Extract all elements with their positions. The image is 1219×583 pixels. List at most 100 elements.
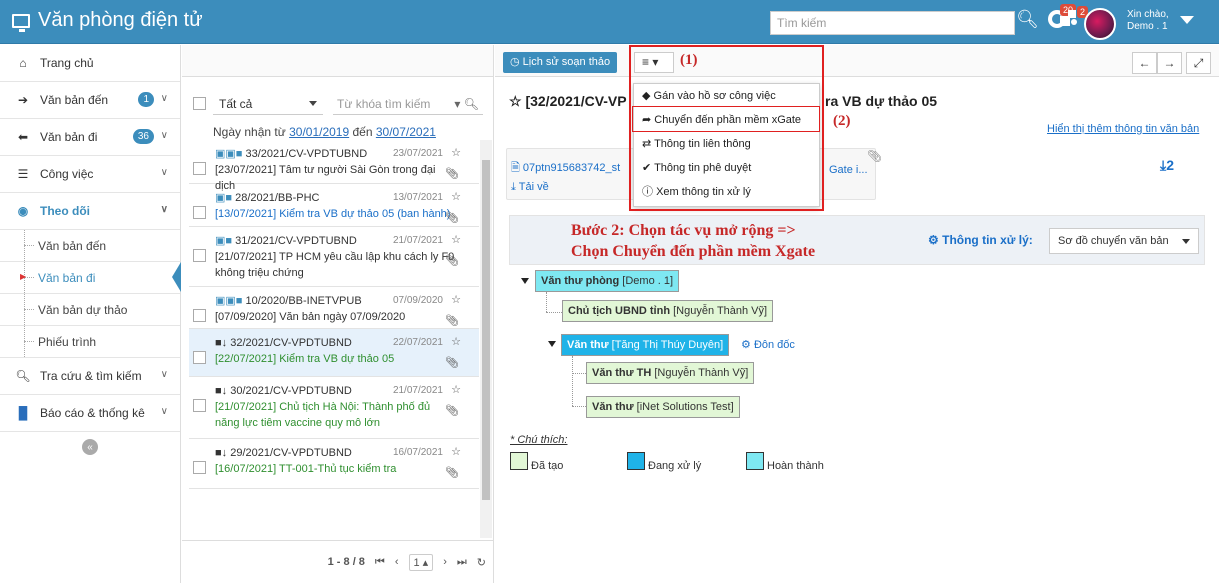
expand-icon[interactable]: ⤢ bbox=[1186, 52, 1211, 74]
collapse-sidebar-button[interactable]: « bbox=[0, 432, 180, 462]
star-icon[interactable]: ☆ bbox=[451, 382, 461, 398]
sidebar-item-reports[interactable]: ▐▌ Báo cáo & thống kê ∨ bbox=[0, 395, 180, 432]
greeting-text: Xin chào, bbox=[1127, 9, 1169, 20]
arrow-circle-left-icon: ⬅ bbox=[17, 130, 29, 144]
star-icon[interactable]: ☆ bbox=[451, 292, 461, 308]
list-item[interactable]: ■↓ 29/2021/CV-VPDTUBND 16/07/2021 ☆ 📎︎ [16… bbox=[189, 439, 479, 489]
sidebar-sub-proposal[interactable]: Phiếu trình bbox=[0, 326, 180, 358]
doc-title-right: ra VB dự thảo 05 bbox=[825, 93, 938, 109]
list-item[interactable]: ▣■ 28/2021/BB-PHC 13/07/2021 ☆ 📎︎ [13/07/2… bbox=[189, 184, 479, 227]
date-to-link[interactable]: 30/07/2021 bbox=[376, 125, 436, 139]
more-info-link[interactable]: Hiển thị thêm thông tin văn bản bbox=[1047, 123, 1199, 135]
annotation-step-2: (2) bbox=[833, 113, 851, 129]
star-icon[interactable]: ☆ bbox=[451, 145, 461, 161]
sidebar-item-label: Tra cứu & tìm kiếm bbox=[40, 369, 142, 383]
list-item[interactable]: ▣■ 31/2021/CV-VPDTUBND 21/07/2021 ☆ 📎︎ [21… bbox=[189, 227, 479, 287]
star-icon[interactable]: ☆ bbox=[451, 444, 461, 460]
legend-title: * Chú thích: bbox=[510, 434, 568, 446]
list-item[interactable]: ■↓ 32/2021/CV-VPDTUBND 22/07/2021 ☆ 📎︎ [22… bbox=[189, 329, 479, 377]
filter-select-value: Tất cả bbox=[219, 97, 253, 111]
filter-select[interactable]: Tất cả bbox=[213, 93, 323, 115]
sidebar-item-outgoing[interactable]: ⬅ Văn bản đi 36 ∨ bbox=[0, 119, 180, 156]
star-icon[interactable]: ☆ bbox=[451, 334, 461, 350]
sidebar-sub-label: Văn bản đi bbox=[38, 270, 96, 285]
sidebar-item-label: Công việc bbox=[40, 167, 94, 181]
node-person: [iNet Solutions Test] bbox=[636, 401, 734, 413]
scrollbar-thumb[interactable] bbox=[482, 160, 490, 500]
prev-page-icon[interactable]: ‹ bbox=[395, 556, 399, 568]
tree-node[interactable]: Văn thư phòng [Demo . 1] bbox=[535, 270, 680, 292]
file-name[interactable]: 07ptn915683742_st bbox=[523, 162, 620, 174]
user-greeting[interactable]: Xin chào, Demo . 1 bbox=[1127, 9, 1169, 33]
list-item[interactable]: ▣▣■ 33/2021/CV-VPDTUBND 23/07/2021 ☆ 📎︎ [2… bbox=[189, 140, 479, 192]
sidebar-sub-draft[interactable]: Văn bản dự thảo bbox=[0, 294, 180, 326]
app-brand[interactable]: Văn phòng điện tử bbox=[12, 9, 203, 32]
tree-collapse-icon[interactable] bbox=[548, 341, 556, 347]
urge-link[interactable]: ⚙ Đôn đốc bbox=[741, 338, 795, 351]
tree-node[interactable]: Văn thư TH [Nguyễn Thành Vỹ] bbox=[586, 362, 755, 384]
puzzle-icon[interactable]: 2 bbox=[1058, 6, 1088, 38]
sidebar-item-tasks[interactable]: ☰ Công việc ∨ bbox=[0, 156, 180, 193]
doc-number: 30/2021/CV-VPDTUBND bbox=[230, 385, 352, 397]
select-all-checkbox[interactable] bbox=[193, 97, 206, 110]
doc-title: [22/07/2021] Kiểm tra VB dự thảo 05 bbox=[215, 353, 395, 365]
annotation-instruction-2: Chọn Chuyển đến phần mềm Xgate bbox=[571, 243, 816, 260]
pagination: 1 - 8 / 8 ⏮ ‹ 1 ▴ › ⏭ ↻ bbox=[182, 540, 494, 583]
legend-label: Đã tạo bbox=[531, 460, 564, 472]
row-checkbox[interactable] bbox=[193, 461, 206, 474]
document-list: ▣▣■ 33/2021/CV-VPDTUBND 23/07/2021 ☆ 📎︎ [2… bbox=[189, 140, 479, 538]
filter-search-icon[interactable]: ▾ 🔍︎ bbox=[454, 93, 479, 115]
row-checkbox[interactable] bbox=[193, 351, 206, 364]
row-checkbox[interactable] bbox=[193, 162, 206, 175]
page-select[interactable]: 1 ▴ bbox=[408, 553, 434, 571]
tree-node[interactable]: Chủ tịch UBND tỉnh [Nguyễn Thành Vỹ] bbox=[562, 300, 774, 322]
list-scrollbar[interactable] bbox=[480, 140, 492, 538]
arrow-left-icon[interactable]: ← bbox=[1132, 52, 1157, 74]
next-page-icon[interactable]: › bbox=[443, 556, 447, 568]
attachment-count[interactable]: ⤓2 bbox=[1160, 157, 1174, 174]
download-link[interactable]: Tải về bbox=[519, 181, 549, 193]
date-from-link[interactable]: 30/01/2019 bbox=[289, 125, 349, 139]
pager-range: 1 - 8 / 8 bbox=[327, 556, 365, 568]
star-icon[interactable]: ☆ bbox=[451, 189, 461, 205]
sidebar-item-home[interactable]: ⌂ Trang chủ bbox=[0, 45, 180, 82]
list-item[interactable]: ■↓ 30/2021/CV-VPDTUBND 21/07/2021 ☆ 📎︎ [21… bbox=[189, 377, 479, 439]
process-view-select[interactable]: Sơ đồ chuyển văn bản bbox=[1049, 228, 1199, 254]
pdf-icon: 🗎︎ bbox=[511, 162, 520, 174]
first-page-icon[interactable]: ⏮ bbox=[375, 556, 385, 569]
last-page-icon[interactable]: ⏭ bbox=[457, 556, 467, 569]
sidebar-item-search[interactable]: 🔍︎ Tra cứu & tìm kiếm ∨ bbox=[0, 358, 180, 395]
node-role: Văn thư bbox=[592, 401, 634, 413]
avatar[interactable] bbox=[1084, 8, 1116, 40]
sidebar-item-tracking[interactable]: ◉ Theo dõi ∨ bbox=[0, 193, 180, 230]
tree-collapse-icon[interactable] bbox=[521, 278, 529, 284]
legend-label: Hoàn thành bbox=[767, 460, 824, 472]
sidebar-sub-outgoing[interactable]: ▶ Văn bản đi bbox=[0, 262, 181, 294]
refresh-icon[interactable]: ↻ bbox=[477, 556, 486, 569]
process-info-label: ⚙ Thông tin xử lý: bbox=[928, 233, 1033, 247]
doc-number: 29/2021/CV-VPDTUBND bbox=[230, 447, 352, 459]
keyword-placeholder: Từ khóa tìm kiếm bbox=[337, 97, 431, 111]
history-button[interactable]: ◷ Lịch sử soạn thảo bbox=[503, 52, 618, 73]
sidebar-item-incoming[interactable]: ➔ Văn bản đến 1 ∨ bbox=[0, 82, 180, 119]
list-item[interactable]: ▣▣■ 10/2020/BB-INETVPUB 07/09/2020 ☆ 📎︎ [0… bbox=[189, 287, 479, 329]
annotation-instruction-1: Bước 2: Chọn tác vụ mở rộng => bbox=[571, 222, 796, 239]
row-checkbox[interactable] bbox=[193, 249, 206, 262]
paperclip-icon: 📎︎ bbox=[445, 405, 459, 417]
doc-number: 28/2021/BB-PHC bbox=[235, 192, 320, 204]
tree-node[interactable]: Văn thư [iNet Solutions Test] bbox=[586, 396, 740, 418]
star-icon[interactable]: ☆ bbox=[451, 232, 461, 248]
user-menu-caret-icon[interactable] bbox=[1180, 16, 1194, 24]
annotation-red-box bbox=[629, 45, 824, 211]
row-checkbox[interactable] bbox=[193, 399, 206, 412]
sidebar-sub-incoming[interactable]: Văn bản đến bbox=[0, 230, 180, 262]
doc-date: 22/07/2021 bbox=[392, 337, 443, 348]
keyword-input[interactable]: Từ khóa tìm kiếm ▾ 🔍︎ bbox=[333, 93, 483, 115]
row-checkbox[interactable] bbox=[193, 309, 206, 322]
tree-node[interactable]: Văn thư [Tăng Thị Thúy Duyên] bbox=[561, 334, 730, 356]
row-checkbox[interactable] bbox=[193, 206, 206, 219]
search-input[interactable]: Tìm kiếm bbox=[770, 11, 1015, 35]
search-icon[interactable]: 🔍︎ bbox=[1016, 9, 1039, 30]
arrow-right-icon[interactable]: → bbox=[1157, 52, 1182, 74]
doc-type-icon: ■↓ bbox=[215, 385, 228, 397]
